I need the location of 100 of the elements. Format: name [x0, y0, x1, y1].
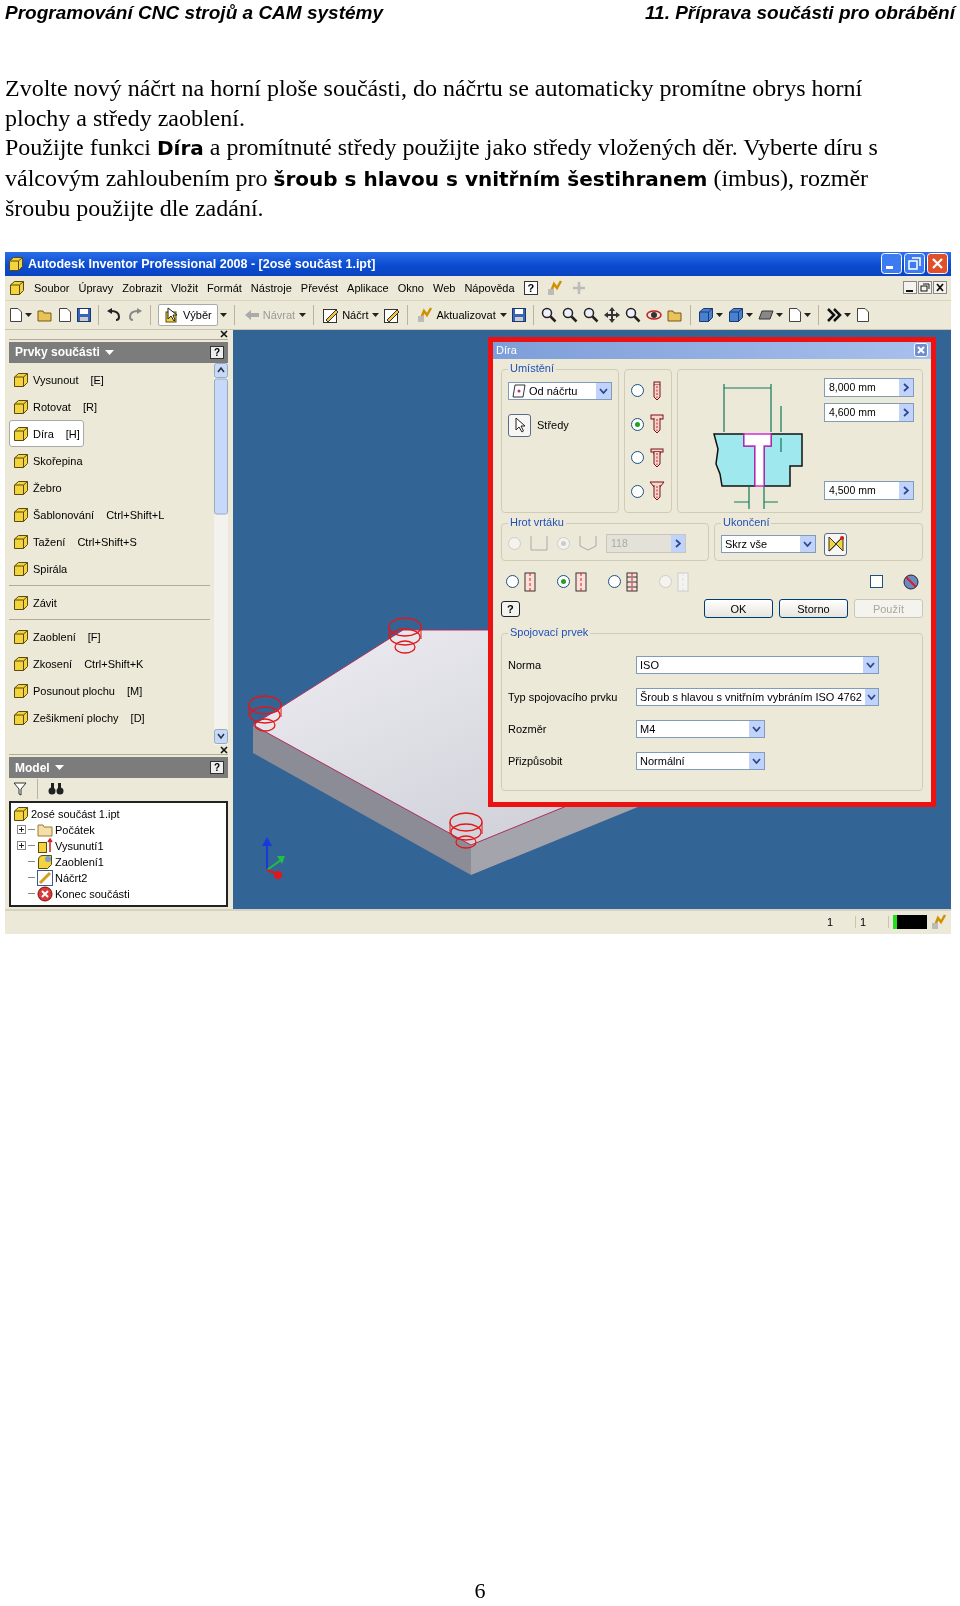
menu-item[interactable]: Převést [300, 281, 339, 294]
close-icon[interactable] [220, 745, 228, 754]
feature-item[interactable]: Díra [H] [9, 420, 84, 448]
caret-icon[interactable] [775, 312, 783, 317]
radio-button[interactable] [631, 484, 644, 498]
expand-icon[interactable] [17, 825, 26, 835]
input-field[interactable]: 8,000 mm [824, 377, 914, 397]
caret-icon[interactable] [372, 312, 380, 317]
tree-item[interactable]: Vysunutí1 [55, 839, 104, 852]
toolbar-button[interactable]: Aktualizovat [415, 304, 498, 325]
feature-item[interactable]: Rotovat [R] [9, 393, 101, 421]
close-button[interactable] [933, 281, 947, 295]
dropdown[interactable]: Normální [636, 751, 765, 770]
feature-item[interactable]: Závit [9, 589, 61, 617]
open-folder-icon[interactable] [37, 307, 53, 322]
undo-icon[interactable] [106, 307, 122, 322]
chevron-icon[interactable] [825, 306, 842, 323]
menu-item[interactable]: Soubor [34, 281, 70, 294]
new-file-icon[interactable] [9, 306, 23, 323]
input-field[interactable]: 4,600 mm [824, 402, 914, 422]
caret-icon[interactable] [715, 312, 723, 317]
caret-icon[interactable] [745, 312, 753, 317]
minimize-button[interactable] [903, 281, 917, 295]
help-button[interactable]: ? [501, 600, 520, 617]
feature-item[interactable]: Zkosení Ctrl+Shift+K [9, 650, 148, 678]
menu-item[interactable]: Aplikace [347, 281, 389, 294]
caret-icon[interactable] [299, 312, 307, 317]
menu-item[interactable]: Nápověda [464, 281, 515, 294]
feature-item[interactable]: Vysunout [E] [9, 366, 108, 394]
toolbar-button[interactable]: Náčrt [321, 304, 371, 325]
help-button[interactable]: ? [523, 280, 539, 295]
select-button[interactable] [508, 413, 531, 437]
redo-icon[interactable] [127, 307, 143, 322]
caret-icon[interactable] [499, 312, 507, 317]
help-button[interactable]: ? [209, 761, 224, 775]
edit-icon[interactable] [384, 306, 401, 323]
panel-title[interactable]: Prvky součásti [15, 345, 100, 360]
radio-button[interactable] [631, 451, 644, 465]
radio-button[interactable] [506, 575, 519, 589]
file-icon[interactable] [787, 306, 802, 323]
tree-item[interactable]: 2osé součást 1.ipt [31, 807, 120, 820]
feature-item[interactable]: Žebro [9, 474, 66, 502]
zoom-icon[interactable] [624, 306, 641, 323]
dropdown[interactable]: M4 [636, 719, 765, 738]
menu-item[interactable]: Vložit [171, 281, 198, 294]
panel-title[interactable]: Model [15, 760, 50, 775]
tree-item[interactable]: Zaoblení1 [55, 855, 104, 868]
restore-button[interactable] [918, 281, 932, 295]
caret-icon[interactable] [25, 312, 32, 317]
menu-item[interactable]: Úpravy [78, 281, 114, 294]
feature-item[interactable]: Spirála [9, 555, 72, 583]
dropdown[interactable]: Od náčrtu [508, 381, 612, 400]
menu-item[interactable]: Web [432, 281, 456, 294]
zoom-icon[interactable] [540, 306, 557, 323]
input-field[interactable]: 4,500 mm [824, 480, 914, 500]
feature-item[interactable]: Zešikmení plochy [D] [9, 704, 149, 732]
hole-outline [388, 617, 422, 654]
dialog-button[interactable]: OK [704, 599, 773, 619]
pan-icon[interactable] [603, 306, 620, 323]
feature-item[interactable]: Skořepina [9, 447, 87, 475]
close-icon[interactable] [220, 330, 228, 339]
dropdown[interactable]: Skrz vše [721, 535, 816, 554]
cube-icon[interactable] [697, 306, 714, 323]
flip-button[interactable] [824, 532, 847, 556]
dropdown[interactable]: Šroub s hlavou s vnitřním vybráním ISO 4762 [636, 687, 879, 706]
cube-icon[interactable] [727, 306, 744, 323]
tree-item[interactable]: Konec součásti [55, 887, 130, 900]
dialog-button[interactable]: Storno [779, 599, 848, 619]
globe-icon[interactable] [903, 573, 919, 590]
feature-item[interactable]: Šablonování Ctrl+Shift+L [9, 501, 169, 529]
file-icon[interactable] [855, 306, 870, 323]
caret-icon[interactable] [219, 312, 227, 317]
menu-item[interactable]: Nástroje [250, 281, 292, 294]
filter-icon[interactable] [13, 782, 27, 797]
scrollbar[interactable] [214, 363, 228, 746]
expand-icon[interactable] [17, 841, 26, 851]
menu-item[interactable]: Zobrazit [122, 281, 163, 294]
tree-item[interactable]: Počátek [55, 823, 95, 836]
menu-item[interactable]: Okno [397, 281, 424, 294]
feature-item[interactable]: Tažení Ctrl+Shift+S [9, 528, 141, 556]
help-button[interactable]: ? [209, 346, 224, 359]
toolbar-button[interactable]: Výběr [158, 303, 218, 326]
save-icon[interactable] [77, 307, 91, 322]
binoculars-icon[interactable] [48, 782, 64, 797]
radio-button[interactable] [557, 575, 570, 589]
zoom-icon[interactable] [561, 306, 578, 323]
radio-button[interactable] [608, 575, 621, 589]
zoom-icon[interactable] [582, 306, 599, 323]
radio-button[interactable] [631, 384, 644, 398]
radio-button[interactable] [631, 417, 644, 431]
dropdown[interactable]: ISO [636, 655, 879, 674]
menu-item[interactable]: Formát [207, 281, 242, 294]
file-icon[interactable] [58, 306, 72, 323]
caret-icon[interactable] [803, 312, 811, 317]
plane-icon[interactable] [757, 309, 774, 320]
feature-item[interactable]: Zaoblení [F] [9, 623, 105, 651]
feature-item[interactable]: Posunout plochu [M] [9, 677, 147, 705]
checkbox[interactable] [870, 575, 883, 589]
caret-icon[interactable] [843, 312, 851, 317]
tree-item[interactable]: Náčrt2 [55, 871, 88, 884]
